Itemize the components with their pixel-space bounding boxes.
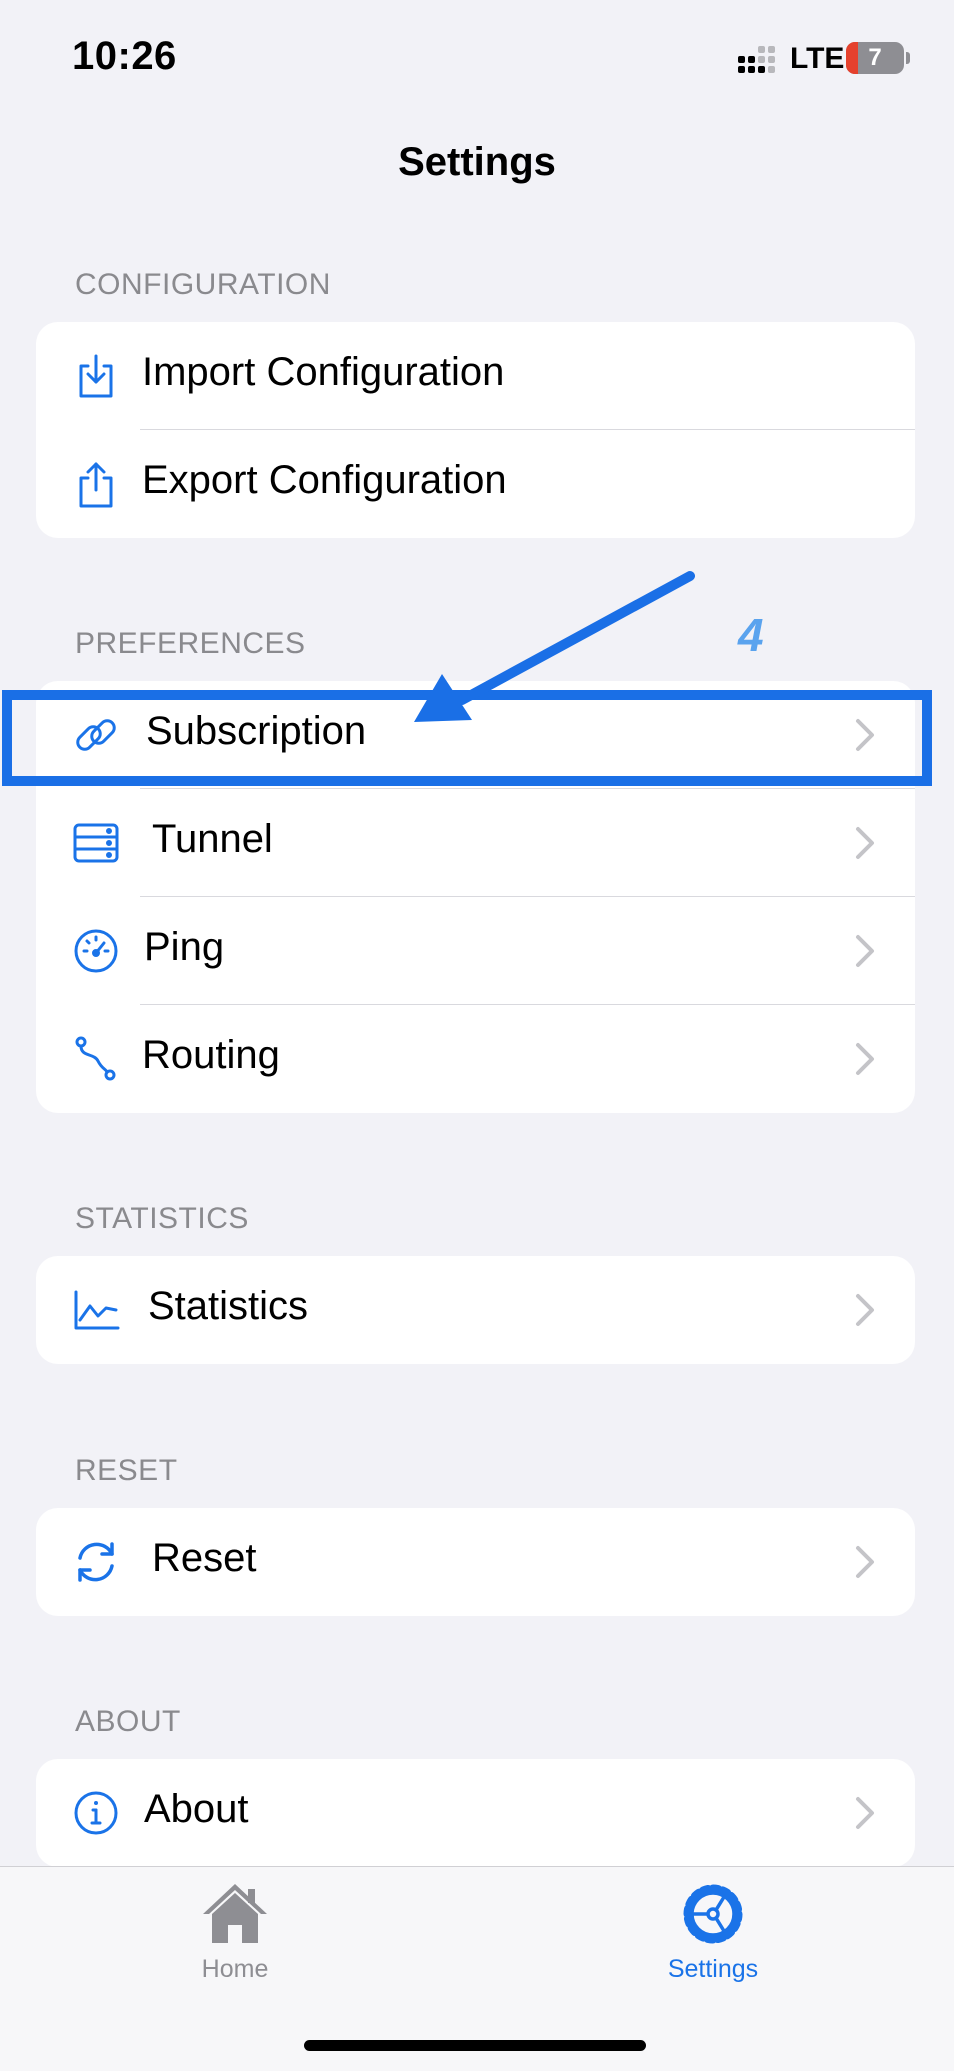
tab-home[interactable]: Home bbox=[155, 1881, 315, 1984]
import-configuration-row[interactable]: Import Configuration bbox=[36, 322, 915, 430]
import-configuration-label: Import Configuration bbox=[142, 350, 505, 394]
page-title: Settings bbox=[398, 140, 556, 184]
home-indicator bbox=[304, 2040, 646, 2051]
routing-row[interactable]: Routing bbox=[36, 1005, 915, 1113]
battery-icon: 7 bbox=[846, 42, 904, 74]
chevron-right-icon bbox=[856, 1043, 874, 1075]
section-header-about: ABOUT bbox=[75, 1705, 181, 1738]
configuration-card: Import Configuration Export Configuratio… bbox=[36, 322, 915, 538]
refresh-icon bbox=[78, 1542, 114, 1582]
export-icon bbox=[79, 462, 113, 508]
ping-label: Ping bbox=[144, 925, 225, 969]
chevron-right-icon bbox=[856, 827, 874, 859]
tab-settings[interactable]: Settings bbox=[633, 1881, 793, 1984]
chevron-right-icon bbox=[856, 1546, 874, 1578]
info-icon bbox=[74, 1791, 118, 1835]
reset-label: Reset bbox=[152, 1536, 257, 1580]
section-header-preferences: PREFERENCES bbox=[75, 627, 306, 660]
tunnel-row[interactable]: Tunnel bbox=[36, 789, 915, 897]
tunnel-label: Tunnel bbox=[152, 817, 273, 861]
tab-settings-label: Settings bbox=[667, 1955, 759, 1983]
annotation-arrow bbox=[414, 571, 695, 722]
chevron-right-icon bbox=[856, 1294, 874, 1326]
reset-row[interactable]: Reset bbox=[36, 1508, 915, 1616]
statistics-card: Statistics bbox=[36, 1256, 915, 1364]
import-icon bbox=[79, 354, 113, 398]
statistics-label: Statistics bbox=[148, 1284, 309, 1328]
statistics-row[interactable]: Statistics bbox=[36, 1256, 915, 1364]
network-type: LTE bbox=[790, 42, 845, 75]
signal-icon bbox=[738, 46, 775, 73]
section-header-reset: RESET bbox=[75, 1454, 178, 1487]
battery-level: 7 bbox=[868, 44, 882, 71]
step-number: 4 bbox=[738, 609, 764, 661]
server-icon bbox=[73, 823, 119, 863]
export-configuration-label: Export Configuration bbox=[142, 458, 507, 502]
about-card: About bbox=[36, 1759, 915, 1867]
chevron-right-icon bbox=[856, 935, 874, 967]
chevron-right-icon bbox=[856, 1797, 874, 1829]
routing-label: Routing bbox=[142, 1033, 280, 1077]
ping-row[interactable]: Ping bbox=[36, 897, 915, 1005]
tab-home-label: Home bbox=[201, 1955, 269, 1983]
export-configuration-row[interactable]: Export Configuration bbox=[36, 430, 915, 538]
house-icon bbox=[203, 1884, 267, 1943]
route-icon bbox=[75, 1036, 116, 1081]
section-header-configuration: CONFIGURATION bbox=[75, 268, 331, 301]
about-row[interactable]: About bbox=[36, 1759, 915, 1867]
reset-card: Reset bbox=[36, 1508, 915, 1616]
speedometer-icon bbox=[74, 929, 118, 973]
status-time: 10:26 bbox=[72, 34, 177, 78]
section-header-statistics: STATISTICS bbox=[75, 1202, 249, 1235]
about-label: About bbox=[144, 1787, 249, 1831]
status-bar: 10:26 LTE 7 bbox=[0, 0, 954, 118]
chart-icon bbox=[74, 1290, 120, 1330]
gear-icon bbox=[683, 1884, 743, 1944]
